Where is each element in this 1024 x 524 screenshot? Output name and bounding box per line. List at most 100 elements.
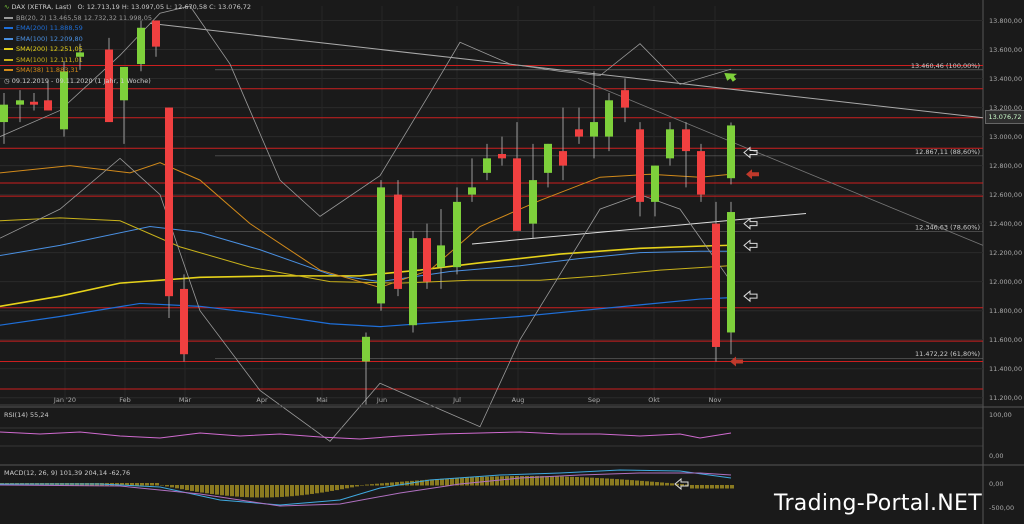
macd-hist-bar <box>200 485 204 493</box>
legend-row: SMA(38) 11.883,31 <box>4 65 251 76</box>
candle-body <box>423 238 431 282</box>
macd-hist-bar <box>680 484 684 486</box>
macd-hist-bar <box>260 485 264 498</box>
macd-hist-bar <box>315 485 319 494</box>
legend-label: SMA(100) <box>16 55 50 64</box>
last-price-tag: 13.076,72 <box>985 110 1024 124</box>
period-text: 09.12.2019 - 09.11.2020 (1 Jahr, 1 Woche… <box>11 76 151 85</box>
chart-icon: ∿ <box>4 3 10 11</box>
y-tick-label: 12.600,00 <box>989 191 1022 199</box>
macd-hist-bar <box>625 479 629 486</box>
macd-hist-bar <box>265 485 269 498</box>
macd-hist-bar <box>660 482 664 486</box>
candle-body <box>377 187 385 304</box>
macd-hist-bar <box>205 485 209 494</box>
macd-hist-bar <box>590 477 594 486</box>
macd-hist-bar <box>510 476 514 486</box>
macd-hist-bar <box>555 476 559 486</box>
macd-hist-bar <box>390 482 394 486</box>
candle-body <box>513 158 521 231</box>
macd-hist-bar <box>655 482 659 486</box>
candle-body <box>575 129 583 137</box>
legend-values: 11.888,59 <box>49 24 83 32</box>
macd-hist-bar <box>385 482 389 486</box>
y-tick-label: 13.600,00 <box>989 46 1022 54</box>
legend-label: BB(20, 2) <box>16 13 49 22</box>
macd-hist-bar <box>345 485 349 489</box>
macd-hist-bar <box>210 485 214 494</box>
legend-values: 11.883,31 <box>45 66 79 74</box>
rsi-tick-label: 0,00 <box>989 452 1003 460</box>
macd-hist-bar <box>380 483 384 486</box>
macd-hist-bar <box>335 485 339 491</box>
candle-body <box>498 153 506 159</box>
macd-hist-bar <box>225 485 229 496</box>
candle-body <box>636 129 644 202</box>
macd-hist-bar <box>180 485 184 490</box>
rsi-legend: RSI(14) 55,24 <box>4 411 49 419</box>
legend-values: 12.111,01 <box>49 55 83 64</box>
x-tick-label: Okt <box>648 396 660 404</box>
macd-hist-bar <box>700 485 704 489</box>
fib-label: 11.472,22 (61,80%) <box>915 350 980 358</box>
y-tick-label: 11.800,00 <box>989 307 1022 315</box>
macd-hist-bar <box>135 483 139 486</box>
macd-hist-bar <box>670 483 674 486</box>
macd-hist-bar <box>705 485 709 489</box>
clock-icon: ◷ <box>4 76 10 85</box>
macd-hist-bar <box>160 485 164 486</box>
macd-hist-bar <box>370 484 374 486</box>
macd-hist-bar <box>140 483 144 486</box>
macd-hist-bar <box>450 478 454 486</box>
macd-hist-bar <box>640 480 644 486</box>
x-tick-label: Jan '20 <box>53 396 76 404</box>
candle-body <box>30 101 38 105</box>
macd-hist-bar <box>255 485 259 498</box>
candle-body <box>590 122 598 137</box>
watermark: Trading-Portal.NET <box>773 491 982 516</box>
macd-hist-bar <box>645 481 649 486</box>
legend-indicators: BB(20, 2) 13.465,58 12.732,32 11.998,05 E… <box>4 13 251 76</box>
legend-header: ∿ DAX (XETRA, Last) O: 12.713,19 H: 13.0… <box>4 2 251 13</box>
macd-hist-bar <box>610 478 614 486</box>
macd-hist-bar <box>215 485 219 495</box>
x-tick-label: Mär <box>179 396 192 404</box>
y-tick-label: 12.800,00 <box>989 162 1022 170</box>
macd-hist-bar <box>220 485 224 496</box>
macd-hist-bar <box>480 476 484 486</box>
macd-hist-bar <box>615 479 619 486</box>
candle-body <box>468 187 476 195</box>
macd-hist-bar <box>545 476 549 486</box>
candle-body <box>682 129 690 152</box>
macd-hist-bar <box>365 484 369 486</box>
x-tick-label: Apr <box>256 396 268 404</box>
legend-values: 12.209,80 <box>49 34 83 43</box>
macd-hist-bar <box>710 485 714 489</box>
legend-period: ◷ 09.12.2019 - 09.11.2020 (1 Jahr, 1 Woc… <box>4 76 251 87</box>
macd-hist-bar <box>145 483 149 486</box>
macd-hist-bar <box>150 483 154 486</box>
macd-hist-bar <box>595 477 599 486</box>
macd-hist-bar <box>330 485 334 491</box>
macd-hist-bar <box>505 476 509 486</box>
macd-hist-bar <box>575 477 579 486</box>
macd-hist-bar <box>630 480 634 486</box>
macd-hist-bar <box>230 485 234 497</box>
macd-hist-bar <box>570 476 574 486</box>
macd-hist-bar <box>715 485 719 489</box>
candle-body <box>727 212 735 333</box>
macd-hist-bar <box>375 483 379 486</box>
macd-hist-bar <box>600 478 604 486</box>
fib-label: 13.460,46 (100,00%) <box>911 62 980 70</box>
rsi-tick-label: 100,00 <box>989 411 1012 419</box>
legend-label: SMA(38) <box>16 66 46 74</box>
macd-hist-bar <box>445 478 449 486</box>
y-tick-label: 11.400,00 <box>989 365 1022 373</box>
macd-hist-bar <box>165 485 169 487</box>
candle-body <box>544 143 552 173</box>
x-tick-label: Jul <box>452 396 461 404</box>
candle-body <box>16 100 24 105</box>
macd-hist-bar <box>290 485 294 497</box>
candle-body <box>0 104 8 123</box>
y-tick-label: 13.400,00 <box>989 75 1022 83</box>
